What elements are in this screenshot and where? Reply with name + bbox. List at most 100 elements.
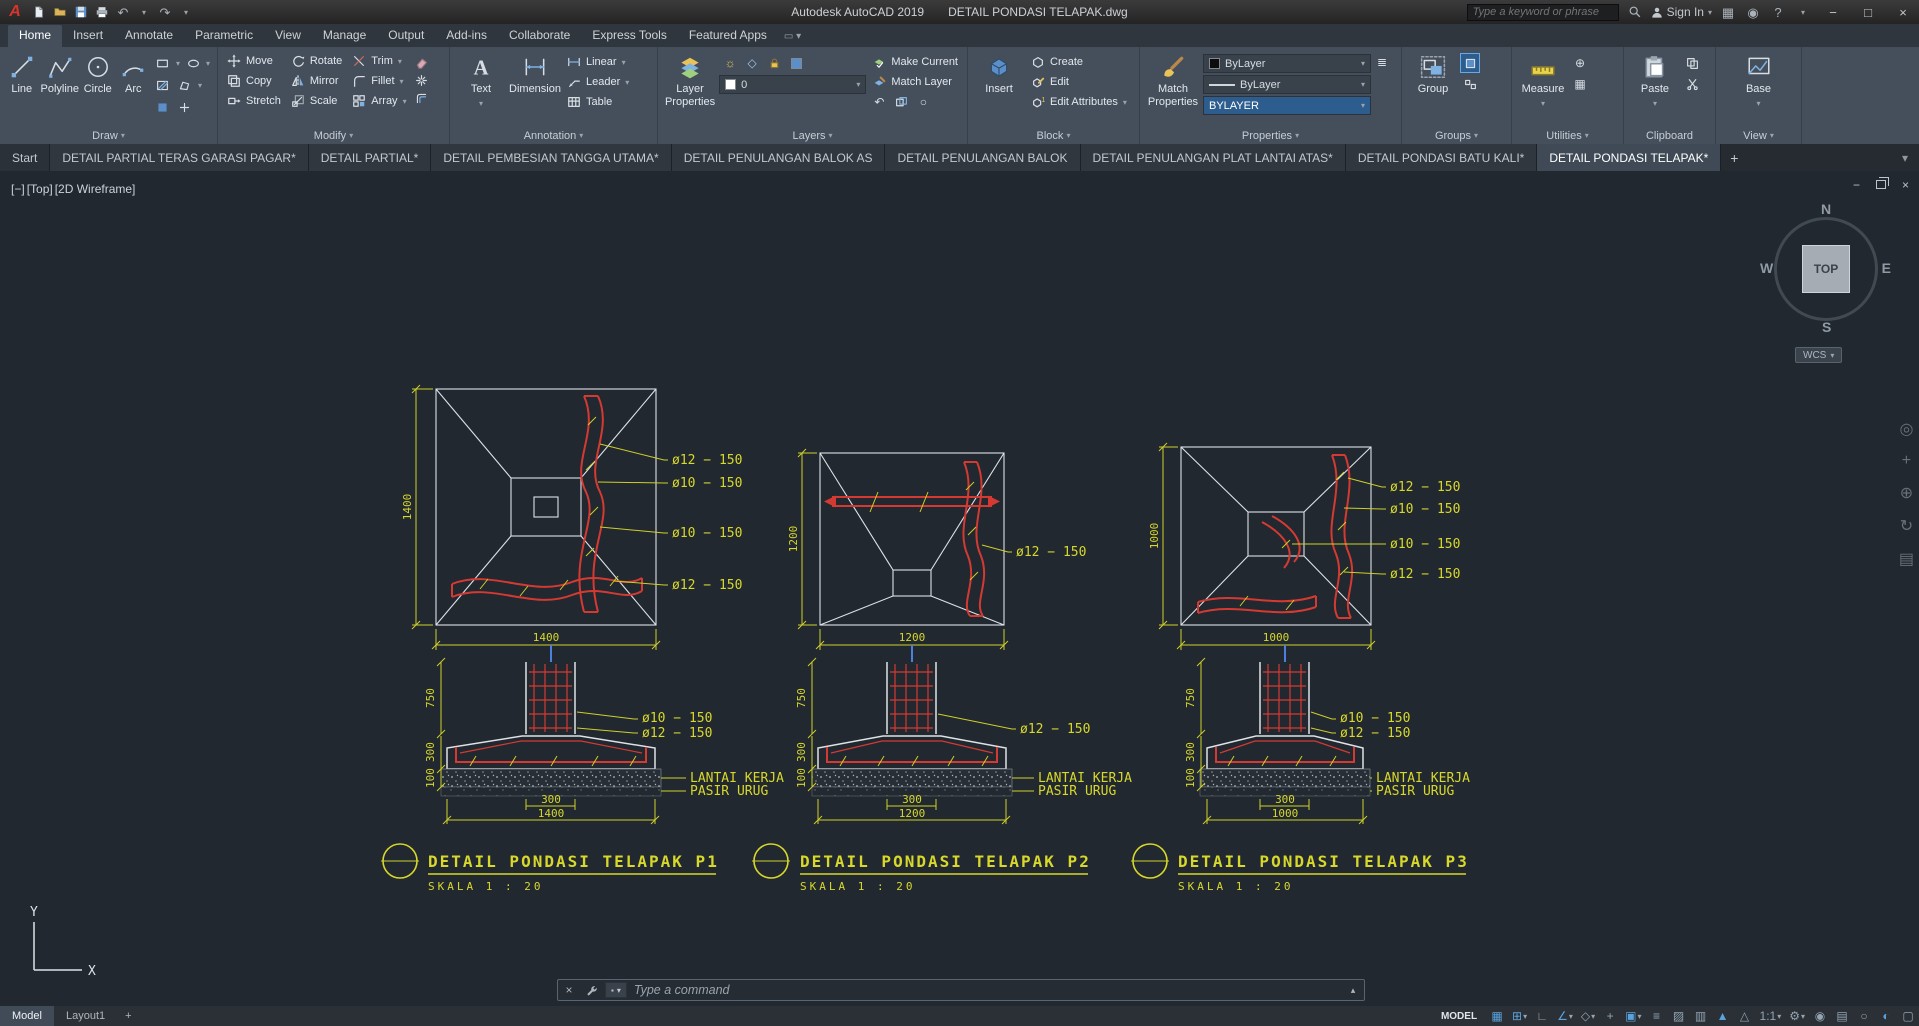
new-file-icon[interactable] (30, 3, 48, 21)
autoscale-icon[interactable]: △ (1734, 1006, 1756, 1026)
polar-tracking-icon[interactable]: ∠ ▾ (1553, 1006, 1577, 1026)
doc-minimize-icon[interactable]: − (1853, 178, 1860, 192)
snap-icon[interactable]: ⊞ ▾ (1508, 1006, 1531, 1026)
detail-title[interactable]: DETAIL PONDASI TELAPAK P1 (428, 852, 719, 871)
isolate-objects-icon[interactable]: ○ (1853, 1006, 1875, 1026)
file-tab[interactable]: DETAIL PENULANGAN BALOK AS (671, 144, 886, 171)
layer-previous-icon[interactable]: ↶ (870, 93, 888, 111)
paste-button[interactable]: Paste ▾ (1629, 51, 1681, 127)
group-edit-icon[interactable] (1460, 53, 1480, 73)
panel-label-block[interactable]: Block ▾ (968, 127, 1139, 144)
dim-text[interactable]: 100 (1184, 768, 1197, 788)
p2-title-block[interactable]: DETAIL PONDASI TELAPAK P2 SKALA 1 : 20 (752, 843, 1091, 893)
command-history-icon[interactable]: ▴ (1342, 985, 1364, 996)
measure-button[interactable]: Measure ▾ (1517, 51, 1569, 127)
edit-attributes-dropdown-icon[interactable]: ▾ (1123, 98, 1127, 107)
app-store-icon[interactable]: ▦ (1719, 3, 1737, 21)
detail-scale[interactable]: SKALA 1 : 20 (1178, 880, 1293, 893)
wcs-menu[interactable]: WCS ▾ (1795, 347, 1843, 363)
pan-icon[interactable]: + (1899, 452, 1914, 470)
viewcube-east[interactable]: E (1882, 260, 1891, 276)
dim-text[interactable]: 1400 (533, 631, 560, 644)
panel-label-draw[interactable]: Draw ▾ (0, 127, 217, 144)
dim-text[interactable]: 750 (424, 688, 437, 708)
ribbon-tab-addins[interactable]: Add-ins (435, 25, 498, 47)
ribbon-display-toggle-icon[interactable]: ▭ ▾ (784, 31, 801, 47)
trim-button[interactable]: Trim ▾ (348, 51, 410, 71)
file-tab-overflow-icon[interactable]: ▾ (1891, 144, 1919, 171)
rebar-label[interactable]: ø12 − 150 (1390, 480, 1460, 495)
viewcube-top-face[interactable]: TOP (1802, 245, 1850, 293)
ribbon-tab-view[interactable]: View (264, 25, 312, 47)
annotation-scale-button[interactable]: 1:1 ▾ (1756, 1006, 1786, 1026)
draw-more-dropdown-icon[interactable]: ▾ (198, 81, 202, 90)
array-dropdown-icon[interactable]: ▾ (403, 97, 407, 106)
explode-icon[interactable] (413, 71, 431, 89)
ribbon-tab-insert[interactable]: Insert (62, 25, 114, 47)
copy-button[interactable]: Copy (223, 71, 285, 91)
line-button[interactable]: Line (5, 51, 38, 127)
search-input[interactable] (1466, 3, 1619, 21)
layer-walk-icon[interactable] (892, 93, 910, 111)
panel-label-utilities[interactable]: Utilities ▾ (1512, 127, 1623, 144)
transparency-icon[interactable]: ▨ (1668, 1006, 1690, 1026)
dim-text[interactable]: 750 (1184, 688, 1197, 708)
text-button[interactable]: A Text ▾ (455, 51, 507, 127)
ribbon-tab-manage[interactable]: Manage (312, 25, 377, 47)
orbit-icon[interactable]: ↻ (1899, 516, 1914, 536)
ribbon-tab-annotate[interactable]: Annotate (114, 25, 184, 47)
ribbon-tab-featured-apps[interactable]: Featured Apps (678, 25, 778, 47)
panel-label-modify[interactable]: Modify ▾ (218, 127, 449, 144)
panel-label-groups[interactable]: Groups ▾ (1402, 127, 1511, 144)
rebar-label[interactable]: ø12 − 150 (1340, 726, 1410, 741)
new-layout-button[interactable]: + (117, 1006, 139, 1026)
match-properties-button[interactable]: Match Properties (1145, 51, 1201, 127)
array-button[interactable]: Array ▾ (348, 91, 410, 111)
file-tab[interactable]: DETAIL PENULANGAN PLAT LANTAI ATAS* (1080, 144, 1346, 171)
quick-properties-icon[interactable]: ▤ (1831, 1006, 1853, 1026)
lineweight-icon[interactable]: ≡ (1646, 1006, 1668, 1026)
lineweight-select[interactable]: ByLayer ▾ (1203, 75, 1371, 94)
sign-in-button[interactable]: Sign In ▾ (1651, 5, 1712, 19)
leader-button[interactable]: Leader ▾ (563, 72, 633, 92)
layer-freeze-icon[interactable]: ◇ (743, 54, 761, 72)
command-line[interactable]: × ▪ ▾ Type a command ▴ (557, 979, 1365, 1001)
ortho-icon[interactable]: ∟ (1531, 1006, 1553, 1026)
p1-title-block[interactable]: DETAIL PONDASI TELAPAK P1 SKALA 1 : 20 (381, 843, 719, 893)
ribbon-tab-parametric[interactable]: Parametric (184, 25, 264, 47)
ellipse-icon[interactable] (184, 54, 202, 72)
maximize-button[interactable]: □ (1854, 0, 1882, 24)
rotate-button[interactable]: Rotate (287, 51, 346, 71)
redo-icon[interactable]: ↷ (156, 3, 174, 21)
layout1-tab[interactable]: Layout1 (54, 1006, 117, 1026)
graphics-performance-icon[interactable]: ◐ (1875, 1006, 1897, 1026)
detail-scale[interactable]: SKALA 1 : 20 (428, 880, 543, 893)
p2-section[interactable]: ø12 − 150 LANTAI KERJA PASIR URUG 300 12… (795, 645, 1132, 825)
new-drawing-button[interactable]: + (1721, 144, 1747, 171)
note-label[interactable]: PASIR URUG (1038, 784, 1116, 799)
ellipse-dropdown-icon[interactable]: ▾ (206, 59, 210, 68)
dim-text[interactable]: 300 (1275, 793, 1295, 806)
viewcube-north[interactable]: N (1821, 201, 1831, 217)
trim-dropdown-icon[interactable]: ▾ (398, 57, 402, 66)
p2-plan[interactable]: ø12 − 150 1200 1200 (787, 448, 1086, 650)
qat-customize-icon[interactable]: ▾ (177, 3, 195, 21)
stretch-button[interactable]: Stretch (223, 91, 285, 111)
annotation-visibility-icon[interactable]: ▲ (1712, 1006, 1734, 1026)
file-tab[interactable]: DETAIL PEMBESIAN TANGGA UTAMA* (431, 144, 672, 171)
properties-list-icon[interactable]: ≣ (1373, 53, 1391, 71)
dim-text[interactable]: 300 (541, 793, 561, 806)
layer-color-icon[interactable] (787, 54, 805, 72)
point-icon[interactable] (176, 98, 194, 116)
command-close-icon[interactable]: × (558, 980, 580, 1000)
full-navigation-wheel-icon[interactable]: ◎ (1899, 419, 1914, 439)
ribbon-tab-output[interactable]: Output (377, 25, 435, 47)
erase-icon[interactable] (413, 53, 431, 71)
insert-button[interactable]: Insert (973, 51, 1025, 127)
detail-scale[interactable]: SKALA 1 : 20 (800, 880, 915, 893)
command-input[interactable]: Type a command (634, 983, 1342, 997)
rebar-label[interactable]: ø10 − 150 (1340, 711, 1410, 726)
p3-plan[interactable]: ø12 − 150 ø10 − 150 ø10 − 150 ø12 − 150 … (1148, 442, 1460, 650)
close-button[interactable]: × (1889, 0, 1917, 24)
rectangle-icon[interactable] (154, 54, 172, 72)
